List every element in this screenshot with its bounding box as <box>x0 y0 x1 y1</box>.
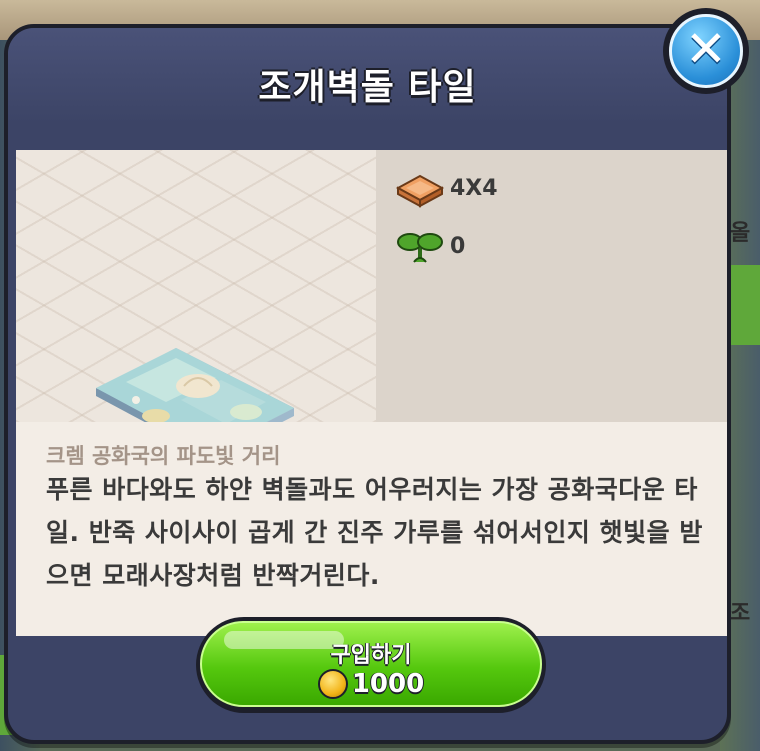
price-value: 1000 <box>351 669 425 699</box>
background-peek-text-2: 조 <box>730 601 751 626</box>
growth-value: 0 <box>450 233 466 259</box>
item-description: 푸른 바다와도 하얀 벽돌과도 어우러지는 가장 공화국다운 타일. 반죽 사이… <box>46 475 703 590</box>
item-preview <box>16 150 376 458</box>
sprout-icon <box>394 226 446 266</box>
price-row: 1000 <box>202 669 540 699</box>
tile-size-value: 4X4 <box>450 175 498 201</box>
item-description-panel: 크렘 공화국의 파도빛 거리 푸른 바다와도 하얀 벽돌과도 어우러지는 가장 … <box>16 422 727 636</box>
close-button[interactable]: ✕ <box>663 8 749 94</box>
close-glyph: ✕ <box>685 20 727 78</box>
buy-button-face[interactable]: 구입하기 1000 <box>200 621 542 707</box>
coin-icon <box>317 669 348 699</box>
growth-stat: 0 <box>394 226 465 266</box>
close-icon[interactable]: ✕ <box>669 14 743 88</box>
tile-size-icon <box>394 168 446 208</box>
tile-size-stat: 4X4 <box>394 168 498 208</box>
buy-button[interactable]: 구입하기 1000 <box>196 617 546 713</box>
shell-tile-illustration <box>96 348 294 458</box>
dialog-title: 조개벽돌 타일 <box>258 67 477 108</box>
item-subtitle: 크렘 공화국의 파도빛 거리 <box>46 444 281 468</box>
background-peek-text: 올 <box>730 221 751 246</box>
item-stats-panel: 4X4 0 <box>376 150 727 422</box>
buy-label: 구입하기 <box>330 643 412 668</box>
